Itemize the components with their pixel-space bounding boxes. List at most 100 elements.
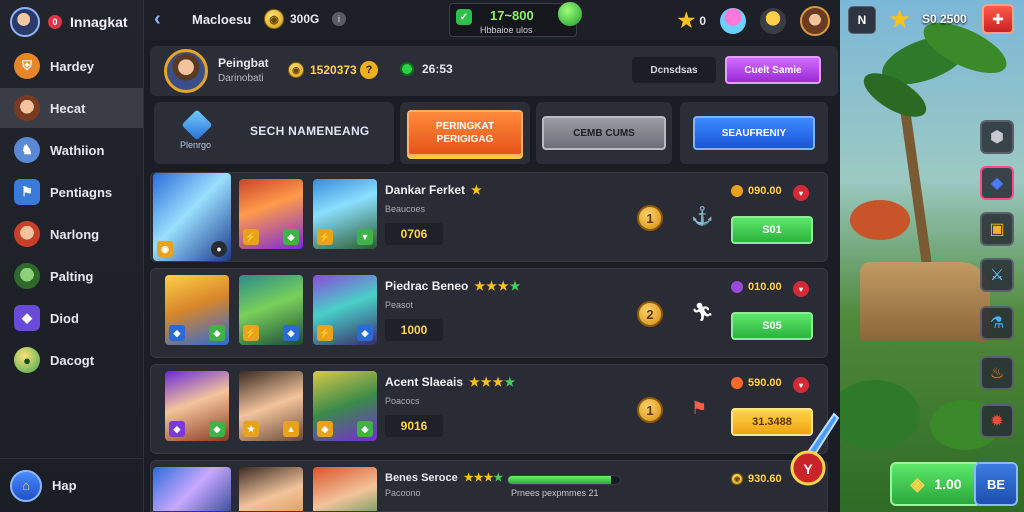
player-name-text: Benes Seroce <box>385 471 458 484</box>
player-name-text: Piedrac Beneo <box>385 279 469 293</box>
ranking-row[interactable]: Benes Seroce ★★★★ Pacoono Prnees pexpmme… <box>150 460 828 512</box>
sidebar-item-hecat[interactable]: Hecat <box>0 88 143 128</box>
class-badge-icon: ▼ <box>357 229 373 245</box>
sidebar-item-label: Narlong <box>50 226 100 242</box>
menu-button[interactable]: BE <box>974 462 1018 506</box>
points-value: 010.00 <box>748 281 782 293</box>
gear-icon[interactable]: ✹ <box>980 404 1014 438</box>
player-name-text: Dankar Ferket <box>385 183 466 197</box>
star-icon: ★ <box>471 183 483 197</box>
tab-search-label: SECH NAMENEANG <box>250 124 370 138</box>
hook-icon[interactable]: ⚓ <box>691 206 713 227</box>
sidebar-item-label: Hardey <box>50 58 95 74</box>
tab-ranking-button[interactable]: PERINGKAT PERIGIGAG <box>407 110 523 156</box>
sidebar-footer[interactable]: ⌂ Hap <box>0 458 143 512</box>
potion-icon[interactable]: ⚗ <box>980 306 1014 340</box>
sidebar-item-label: Wathiion <box>50 142 105 158</box>
heart-icon[interactable]: ♥ <box>793 377 809 393</box>
helmet-icon[interactable] <box>760 8 786 34</box>
back-arrow-icon[interactable]: ‹ <box>154 8 161 31</box>
green-gem-icon[interactable] <box>558 2 582 26</box>
ranking-row[interactable]: ◆ ◆ ⚡ ◆ ⚡ ◆ Piedrac Beneo ★★★★ Peasot 10… <box>150 268 828 358</box>
level-badge-icon: ◆ <box>317 421 333 437</box>
tab-combo-button[interactable]: CEMB CUMS <box>542 116 666 150</box>
tab-friends-button[interactable]: SEAUFRENIY <box>693 116 815 150</box>
notification-badge[interactable]: 0 <box>48 15 62 29</box>
star-icon: ★ <box>888 4 912 34</box>
challenge-button[interactable]: S01 <box>731 216 813 244</box>
gold-chest-icon[interactable]: ▣ <box>980 212 1014 246</box>
sidebar-item-pentiagns[interactable]: ⚑ Pentiagns <box>0 172 143 212</box>
sidebar-header: 0 Innagkat <box>0 0 143 44</box>
star-icon: ★★★ <box>463 472 494 484</box>
hero-portrait: ★ ▲ <box>239 371 303 441</box>
event-counter[interactable]: ✓ 17~800 Hbbaioe ulos <box>449 3 577 37</box>
hero-portrait: ◆ ◆ <box>313 371 377 441</box>
sidebar-item-label: Hecat <box>50 100 86 116</box>
class-badge-icon: ● <box>211 241 227 257</box>
secondary-button[interactable]: Dcnsdsas <box>632 57 716 83</box>
player-avatar-icon[interactable] <box>10 7 40 37</box>
player-name: Peingbat <box>218 56 269 70</box>
rank-medal: 1 <box>637 397 663 423</box>
profile-avatar-icon[interactable] <box>800 6 830 36</box>
player-portrait[interactable] <box>164 49 208 93</box>
level-badge-icon: ◆ <box>169 421 185 437</box>
sidebar-item-wathiion[interactable]: ♞ Wathiion <box>0 130 143 170</box>
tab-search[interactable]: Plenrgo SECH NAMENEANG <box>154 102 394 164</box>
progress-bar <box>507 475 621 485</box>
armor-icon[interactable]: ⬢ <box>980 120 1014 154</box>
ranking-row[interactable]: ◉ ● ⚡ ◆ ⚡ ▼ Dankar Ferket ★ Beaucoes 070… <box>150 172 828 262</box>
level-badge-icon: ⚡ <box>317 325 333 341</box>
svg-text:Y: Y <box>803 461 813 477</box>
ranking-row[interactable]: ◆ ◆ ★ ▲ ◆ ◆ Acent Slaeais ★★★★ Poacocs 9… <box>150 364 828 454</box>
level-badge-icon: ◆ <box>169 325 185 341</box>
star-count: 0 <box>699 14 706 28</box>
gift-icon[interactable]: ✚ <box>982 4 1014 34</box>
event-sub: Hbbaioe ulos <box>480 25 533 35</box>
energy-timer: 26:53 <box>400 62 453 76</box>
top-right-group: ★ 0 <box>677 6 830 36</box>
fire-icon[interactable]: ♨ <box>980 356 1014 390</box>
sidebar-item-narlong[interactable]: Narlong <box>0 214 143 254</box>
sidebar: 0 Innagkat ⛨ Hardey Hecat ♞ Wathiion ⚑ P… <box>0 0 144 512</box>
mushroom-icon[interactable] <box>720 8 746 34</box>
flag-icon[interactable]: ⚑ <box>691 398 707 419</box>
class-badge-icon: ▲ <box>283 421 299 437</box>
tab-friends[interactable]: SEAUFRENIY <box>680 102 828 164</box>
coin-icon: ◉ <box>264 9 284 29</box>
class-badge-icon: ◆ <box>209 325 225 341</box>
blue-cube-icon[interactable]: ◆ <box>980 166 1014 200</box>
class-badge-icon: ◆ <box>209 421 225 437</box>
heart-icon[interactable]: ♥ <box>793 281 809 297</box>
bush <box>840 380 920 450</box>
buy-label: 1.00 <box>934 476 962 492</box>
tab-combo[interactable]: CEMB CUMS <box>536 102 672 164</box>
info-icon[interactable]: i <box>332 12 346 26</box>
shield-icon: ⛨ <box>14 53 40 79</box>
sidebar-item-hardey[interactable]: ⛨ Hardey <box>0 46 143 86</box>
quest-button[interactable]: Cuelt Samie <box>725 56 821 84</box>
help-icon[interactable]: ? <box>360 61 378 79</box>
buy-button[interactable]: ◈ 1.00 <box>890 462 982 506</box>
hero-face-icon <box>14 95 40 121</box>
sidebar-item-palting[interactable]: Palting <box>0 256 143 296</box>
sidebar-item-dacogt[interactable]: ● Dacogt <box>0 340 143 380</box>
sword-icon[interactable]: ⚔ <box>980 258 1014 292</box>
level-badge-icon: ★ <box>243 421 259 437</box>
player-subtitle: Darinobati <box>218 73 264 84</box>
hero-portrait <box>153 467 231 511</box>
sidebar-item-label: Dacogt <box>50 352 95 368</box>
notification-button[interactable]: N <box>848 6 876 34</box>
tab-ranking[interactable]: PERINGKAT PERIGIGAG <box>400 102 530 164</box>
runner-icon[interactable]: 🏃︎ <box>691 302 714 323</box>
star-icon: ★★★ <box>474 279 510 293</box>
sword-shield-icon[interactable]: Y <box>790 412 840 488</box>
star-rating: ★ <box>471 183 483 197</box>
knight-icon: ♞ <box>14 137 40 163</box>
challenge-button[interactable]: S05 <box>731 312 813 340</box>
sidebar-footer-label: Hap <box>52 478 77 493</box>
gold-balance: ◉ 1520373 <box>288 62 357 78</box>
sidebar-item-diod[interactable]: ◆ Diod <box>0 298 143 338</box>
heart-icon[interactable]: ♥ <box>793 185 809 201</box>
